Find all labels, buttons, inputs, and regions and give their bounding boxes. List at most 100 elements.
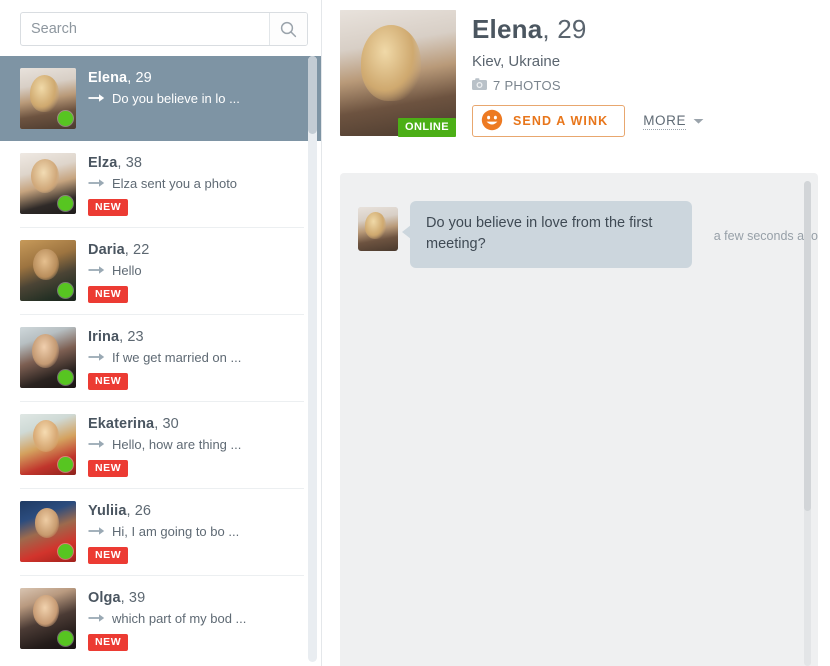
conversations-scroll-area[interactable]: Elena, 29 Do you believe in lo ... Elza, 3…: [0, 56, 321, 666]
conversation-avatar-wrap: [20, 501, 76, 562]
conversation-age: 39: [128, 590, 146, 606]
search-box[interactable]: [20, 12, 308, 46]
conversation-name: Irina: [88, 329, 120, 345]
conversation-name: Yuliia: [88, 503, 127, 519]
profile-photo-wrap[interactable]: ONLINE: [340, 10, 456, 137]
online-status-badge: ONLINE: [398, 118, 456, 137]
conversation-name: Elena: [88, 70, 128, 86]
conversation-item-irina[interactable]: Irina, 23 If we get married on ... NEW: [0, 315, 321, 402]
more-button[interactable]: MORE: [643, 112, 704, 130]
new-badge: NEW: [88, 286, 129, 303]
chat-scrollbar-thumb[interactable]: [804, 181, 811, 511]
conversation-avatar-wrap: [20, 240, 76, 301]
conversation-snippet-row: Do you believe in lo ...: [88, 91, 308, 106]
new-badge: NEW: [88, 199, 129, 216]
conversation-body: Irina, 23 If we get married on ... NEW: [88, 327, 308, 390]
new-badge: NEW: [88, 634, 129, 651]
conversation-name: Elza: [88, 155, 118, 171]
more-label: MORE: [643, 112, 687, 130]
search-input[interactable]: [21, 13, 269, 45]
conversation-snippet: Hi, I am going to bo ...: [112, 524, 240, 539]
conversation-snippet-row: Hello, how are thing ...: [88, 437, 308, 452]
outgoing-arrow-icon: [88, 350, 105, 365]
conversation-name: Olga: [88, 590, 121, 606]
message-avatar[interactable]: [358, 207, 398, 251]
conversation-age-sep: ,: [124, 242, 134, 258]
conversation-name: Daria: [88, 242, 125, 258]
conversation-body: Elena, 29 Do you believe in lo ...: [88, 68, 308, 106]
sidebar-scrollbar-thumb[interactable]: [308, 56, 317, 134]
profile-info: Elena, 29 Kiev, Ukraine 7 PHOTOS SEND A …: [472, 10, 704, 137]
message-avatar-image: [358, 207, 398, 251]
profile-photos-count[interactable]: 7 PHOTOS: [472, 78, 704, 93]
conversation-name: Ekaterina: [88, 416, 155, 432]
conversation-snippet: Hello, how are thing ...: [112, 437, 242, 452]
online-indicator-dot: [58, 544, 73, 559]
conversation-snippet: Do you believe in lo ...: [112, 91, 240, 106]
profile-actions: SEND A WINK MORE: [472, 105, 704, 137]
conversation-panel: ONLINE Elena, 29 Kiev, Ukraine 7 PHOTOS …: [322, 0, 830, 666]
camera-icon: [472, 78, 487, 93]
message-bubble-wrap: Do you believe in love from the first me…: [402, 201, 692, 268]
conversation-body: Olga, 39 which part of my bod ... NEW: [88, 588, 308, 651]
conversation-item-olga[interactable]: Olga, 39 which part of my bod ... NEW: [0, 576, 321, 663]
conversation-snippet-row: If we get married on ...: [88, 350, 308, 365]
message-row: Do you believe in love from the first me…: [340, 173, 818, 268]
conversation-item-ekaterina[interactable]: Ekaterina, 30 Hello, how are thing ... NEW: [0, 402, 321, 489]
conversation-age: 38: [125, 155, 143, 171]
conversation-age-sep: ,: [117, 155, 126, 171]
conversation-body: Ekaterina, 30 Hello, how are thing ... NEW: [88, 414, 308, 477]
chevron-down-icon: [693, 112, 704, 130]
conversation-age-sep: ,: [126, 503, 135, 519]
conversation-snippet-row: Elza sent you a photo: [88, 176, 308, 191]
conversation-age: 26: [134, 503, 152, 519]
conversation-age-sep: ,: [120, 590, 129, 606]
send-a-wink-label: SEND A WINK: [513, 114, 609, 128]
conversation-snippet-row: Hello: [88, 263, 308, 278]
conversation-item-daria[interactable]: Daria, 22 Hello NEW: [0, 228, 321, 315]
outgoing-arrow-icon: [88, 263, 105, 278]
outgoing-arrow-icon: [88, 611, 105, 626]
conversation-age: 22: [133, 242, 150, 258]
conversation-age: 23: [127, 329, 144, 345]
conversation-avatar-wrap: [20, 68, 76, 129]
conversation-age: 30: [162, 416, 179, 432]
message-list: Do you believe in love from the first me…: [340, 173, 818, 268]
conversation-name-age: Elena, 29: [88, 70, 308, 87]
send-a-wink-button[interactable]: SEND A WINK: [472, 105, 626, 137]
conversation-snippet-row: Hi, I am going to bo ...: [88, 524, 308, 539]
conversation-body: Elza, 38 Elza sent you a photo NEW: [88, 153, 308, 216]
conversation-item-yuliia[interactable]: Yuliia, 26 Hi, I am going to bo ... NEW: [0, 489, 321, 576]
outgoing-arrow-icon: [88, 91, 105, 106]
online-indicator-dot: [58, 457, 73, 472]
online-indicator-dot: [58, 111, 73, 126]
online-indicator-dot: [58, 196, 73, 211]
conversation-name-age: Olga, 39: [88, 590, 308, 607]
messenger-app: Elena, 29 Do you believe in lo ... Elza, 3…: [0, 0, 830, 666]
conversation-body: Daria, 22 Hello NEW: [88, 240, 308, 303]
online-indicator-dot: [58, 283, 73, 298]
conversation-name-age: Elza, 38: [88, 155, 308, 172]
new-badge: NEW: [88, 547, 129, 564]
online-indicator-dot: [58, 370, 73, 385]
conversations-sidebar: Elena, 29 Do you believe in lo ... Elza, 3…: [0, 0, 322, 666]
conversation-age: 29: [135, 70, 152, 86]
online-indicator-dot: [58, 631, 73, 646]
search-button[interactable]: [269, 13, 307, 45]
smiley-wink-icon: [481, 109, 503, 134]
conversation-item-elena[interactable]: Elena, 29 Do you believe in lo ...: [0, 56, 321, 141]
outgoing-arrow-icon: [88, 524, 105, 539]
conversation-snippet-row: which part of my bod ...: [88, 611, 308, 626]
conversation-snippet: which part of my bod ...: [112, 611, 247, 626]
sidebar-scrollbar-track[interactable]: [308, 56, 317, 662]
profile-age: 29: [557, 14, 587, 44]
profile-age-sep: ,: [542, 14, 558, 44]
conversation-avatar-wrap: [20, 153, 76, 214]
conversation-name-age: Daria, 22: [88, 242, 308, 259]
conversation-item-elza[interactable]: Elza, 38 Elza sent you a photo NEW: [0, 141, 321, 228]
conversation-name-age: Ekaterina, 30: [88, 416, 308, 433]
outgoing-arrow-icon: [88, 176, 105, 191]
photos-count-label: 7 PHOTOS: [493, 78, 561, 93]
outgoing-arrow-icon: [88, 437, 105, 452]
conversation-avatar-wrap: [20, 414, 76, 475]
